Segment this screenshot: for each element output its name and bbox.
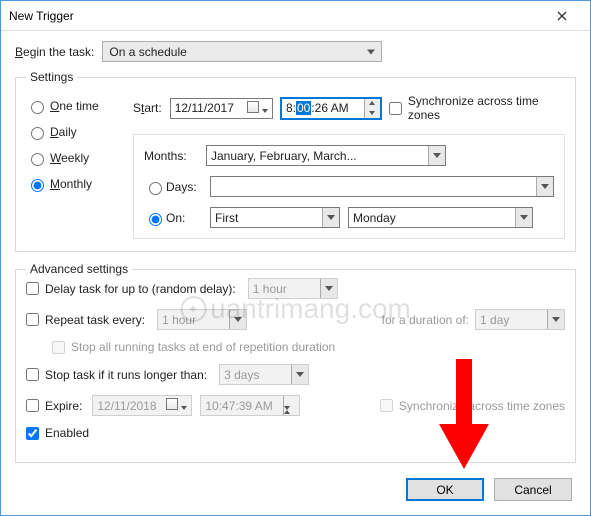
chevron-down-icon: [291, 365, 308, 384]
repeat-combo: 1 hour: [157, 309, 247, 330]
repeat-row: Repeat task every: 1 hour for a duration…: [26, 309, 565, 330]
duration-combo: 1 day: [475, 309, 565, 330]
sync-timezones-checkbox[interactable]: Synchronize across time zones: [389, 94, 565, 122]
expire-time-input: 10:47:39 AM: [200, 395, 300, 416]
radio-on[interactable]: [149, 213, 162, 226]
months-combo[interactable]: January, February, March...: [206, 145, 446, 166]
spinner-up[interactable]: [365, 99, 380, 109]
delay-label: Delay task for up to (random delay):: [45, 282, 236, 296]
settings-legend: Settings: [26, 70, 77, 84]
settings-group: Settings One time Daily Weekly Monthly S…: [15, 70, 576, 252]
monthly-subgroup: Months: January, February, March... Days…: [133, 134, 565, 239]
window-title: New Trigger: [9, 9, 542, 23]
enabled-label: Enabled: [45, 426, 89, 440]
on-ordinal-combo[interactable]: First: [210, 207, 340, 228]
start-time-input[interactable]: 8:00:26 AM: [281, 98, 381, 119]
begin-task-dropdown[interactable]: On a schedule: [102, 41, 382, 62]
stop-long-combo: 3 days: [219, 364, 309, 385]
spinner-down[interactable]: [365, 108, 380, 118]
stop-end-label: Stop all running tasks at end of repetit…: [71, 340, 335, 354]
chevron-down-icon: [547, 310, 564, 329]
chevron-down-icon: [515, 208, 532, 227]
on-day-value: Monday: [353, 211, 396, 225]
start-date-value: 12/11/2017: [175, 101, 234, 115]
stop-long-label: Stop task if it runs longer than:: [45, 368, 207, 382]
expire-checkbox[interactable]: [26, 399, 39, 412]
start-time-value: 8:00:26 AM: [282, 101, 364, 115]
delay-combo: 1 hour: [248, 278, 338, 299]
expire-date-input: 12/11/2018: [92, 395, 192, 416]
chevron-down-icon: [320, 279, 337, 298]
days-label: Days:: [166, 180, 202, 194]
advanced-legend: Advanced settings: [26, 262, 132, 276]
close-button[interactable]: [542, 4, 582, 28]
ok-button[interactable]: OK: [406, 478, 484, 501]
start-row: Start: 12/11/2017 8:00:26 AM Synchronize…: [133, 94, 565, 122]
expire-sync-label: Synchronize across time zones: [399, 399, 565, 413]
repeat-label: Repeat task every:: [45, 313, 145, 327]
begin-task-row: Begin the task: On a schedule: [15, 41, 576, 62]
chevron-down-icon: [536, 177, 553, 196]
enabled-checkbox[interactable]: [26, 427, 39, 440]
on-day-combo[interactable]: Monday: [348, 207, 533, 228]
cancel-button[interactable]: Cancel: [494, 478, 572, 501]
start-date-input[interactable]: 12/11/2017: [170, 98, 273, 119]
on-label: On:: [166, 211, 202, 225]
stop-long-checkbox[interactable]: [26, 368, 39, 381]
begin-task-label: Begin the task:: [15, 45, 94, 59]
titlebar: New Trigger: [1, 1, 590, 31]
time-spinner: [283, 396, 299, 415]
radio-monthly[interactable]: Monthly: [26, 176, 121, 192]
radio-onetime[interactable]: One time: [26, 98, 121, 114]
chevron-down-icon: [262, 109, 268, 113]
enabled-row: Enabled: [26, 426, 565, 440]
months-label: Months:: [144, 149, 198, 163]
chevron-down-icon: [428, 146, 445, 165]
advanced-group: Advanced settings Delay task for up to (…: [15, 262, 576, 463]
chevron-down-icon: [181, 406, 187, 410]
days-combo: [210, 176, 554, 197]
expire-label: Expire:: [45, 399, 82, 413]
months-value: January, February, March...: [211, 149, 357, 163]
start-label: Start:: [133, 101, 162, 115]
expire-row: Expire: 12/11/2018 10:47:39 AM Synchroni…: [26, 395, 565, 416]
radio-days[interactable]: [149, 182, 162, 195]
close-icon: [557, 11, 567, 21]
radio-weekly[interactable]: Weekly: [26, 150, 121, 166]
stop-long-row: Stop task if it runs longer than: 3 days: [26, 364, 565, 385]
calendar-icon: [166, 398, 178, 410]
repeat-checkbox[interactable]: [26, 313, 39, 326]
radio-daily[interactable]: Daily: [26, 124, 121, 140]
expire-sync-checkbox: [380, 399, 393, 412]
calendar-icon: [247, 101, 259, 113]
stop-end-checkbox: [52, 341, 65, 354]
delay-checkbox[interactable]: [26, 282, 39, 295]
chevron-down-icon: [367, 49, 375, 54]
stop-end-row: Stop all running tasks at end of repetit…: [26, 340, 565, 354]
chevron-down-icon: [229, 310, 246, 329]
schedule-radio-group: One time Daily Weekly Monthly: [26, 94, 121, 239]
duration-label: for a duration of:: [382, 313, 469, 327]
delay-row: Delay task for up to (random delay): 1 h…: [26, 278, 565, 299]
button-bar: OK Cancel: [406, 478, 572, 501]
on-ordinal-value: First: [215, 211, 238, 225]
begin-task-value: On a schedule: [109, 45, 186, 59]
time-spinner[interactable]: [364, 99, 380, 118]
chevron-down-icon: [322, 208, 339, 227]
